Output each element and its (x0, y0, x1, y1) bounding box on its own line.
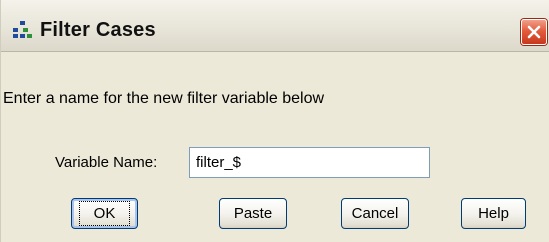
title-bar[interactable]: Filter Cases (1, 0, 549, 52)
close-icon (527, 25, 541, 39)
paste-button[interactable]: Paste (219, 198, 287, 229)
cancel-button[interactable]: Cancel (341, 198, 409, 229)
ok-button-label: OK (78, 201, 131, 226)
variable-name-input[interactable] (189, 147, 430, 178)
ok-button[interactable]: OK (71, 198, 138, 229)
close-button[interactable] (521, 19, 547, 45)
instruction-text: Enter a name for the new filter variable… (3, 90, 325, 107)
dialog-title: Filter Cases (40, 19, 156, 41)
filter-cases-icon (13, 21, 32, 38)
filter-cases-dialog: Filter Cases Enter a name for the new fi… (0, 0, 549, 242)
help-button[interactable]: Help (461, 198, 526, 229)
variable-name-label: Variable Name: (55, 154, 158, 171)
